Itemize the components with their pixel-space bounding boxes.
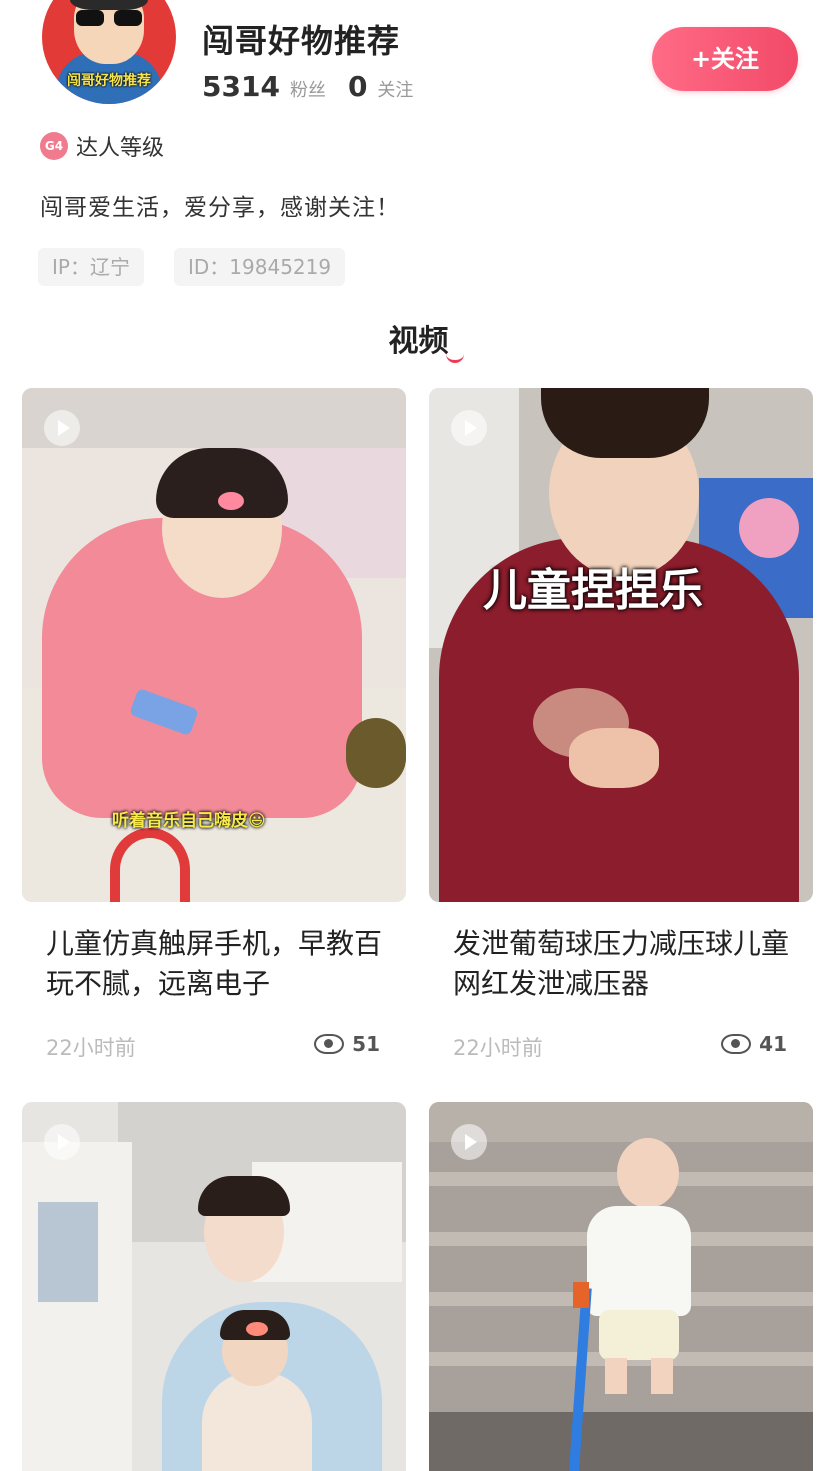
profile-stats: 5314 粉丝 0 关注 bbox=[202, 70, 413, 103]
profile-name: 闯哥好物推荐 bbox=[202, 22, 401, 60]
video-overlay-text: 听着音乐自己嗨皮😃 bbox=[112, 811, 266, 831]
follow-button[interactable]: +关注 bbox=[652, 27, 798, 91]
view-count-value: 51 bbox=[352, 1032, 380, 1056]
video-card[interactable]: 听着音乐自己嗨皮😃 儿童仿真触屏手机，早教百玩不腻，远离电子 22小时前 51 bbox=[22, 388, 406, 1062]
video-meta: 22小时前 41 bbox=[429, 1032, 813, 1062]
profile-page: 闯哥好物推荐 闯哥好物推荐 5314 粉丝 0 关注 +关注 G4 达人等级 闯哥爱生… bbox=[0, 0, 837, 1471]
level-badge-icon: G4 bbox=[40, 132, 68, 160]
video-overlay-text: 儿童捏捏乐 bbox=[483, 565, 703, 616]
video-thumbnail[interactable]: 听着音乐自己嗨皮😃 bbox=[22, 388, 406, 902]
play-icon bbox=[44, 410, 80, 446]
section-title-text: 视频 bbox=[388, 324, 449, 359]
video-title[interactable]: 儿童仿真触屏手机，早教百玩不腻，远离电子 bbox=[22, 924, 406, 1004]
section-title-videos[interactable]: 视频 bbox=[0, 316, 837, 363]
view-count: 51 bbox=[314, 1032, 380, 1056]
avatar[interactable]: 闯哥好物推荐 bbox=[42, 0, 176, 104]
video-card[interactable]: 儿童捏捏乐 发泄葡萄球压力减压球儿童网红发泄减压器 22小时前 41 bbox=[429, 388, 813, 1062]
ip-tag: IP：辽宁 bbox=[38, 248, 144, 286]
following-label: 关注 bbox=[377, 80, 414, 101]
following-count: 0 bbox=[347, 70, 368, 103]
play-icon bbox=[451, 410, 487, 446]
play-icon bbox=[451, 1124, 487, 1160]
video-thumbnail[interactable]: 儿童捏捏乐 bbox=[429, 388, 813, 902]
view-count-value: 41 bbox=[759, 1032, 787, 1056]
avatar-caption: 闯哥好物推荐 bbox=[67, 73, 151, 89]
profile-bio: 闯哥爱生活，爱分享，感谢关注！ bbox=[40, 195, 400, 221]
video-meta: 22小时前 51 bbox=[22, 1032, 406, 1062]
fans-label: 粉丝 bbox=[289, 80, 326, 101]
id-tag: ID：19845219 bbox=[174, 248, 346, 286]
video-card[interactable] bbox=[22, 1102, 406, 1471]
video-time: 22小时前 bbox=[453, 1036, 543, 1060]
video-thumbnail[interactable] bbox=[22, 1102, 406, 1471]
video-thumbnail[interactable] bbox=[429, 1102, 813, 1471]
video-time: 22小时前 bbox=[46, 1036, 136, 1060]
sunglasses-icon bbox=[76, 10, 142, 26]
view-count: 41 bbox=[721, 1032, 787, 1056]
fans-count: 5314 bbox=[202, 70, 280, 103]
play-icon bbox=[44, 1124, 80, 1160]
eye-icon bbox=[721, 1034, 752, 1054]
eye-icon bbox=[314, 1034, 345, 1054]
video-card[interactable] bbox=[429, 1102, 813, 1471]
creator-level[interactable]: G4 达人等级 bbox=[40, 130, 164, 162]
video-title[interactable]: 发泄葡萄球压力减压球儿童网红发泄减压器 bbox=[429, 924, 813, 1004]
level-label: 达人等级 bbox=[76, 136, 165, 161]
active-tab-indicator bbox=[446, 352, 464, 363]
